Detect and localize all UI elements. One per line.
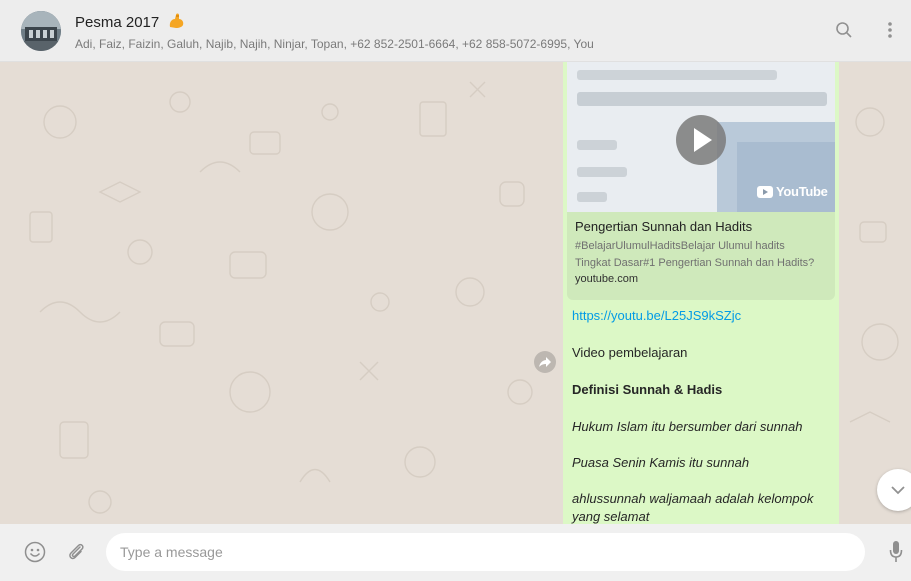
- play-icon: [757, 185, 773, 198]
- group-avatar[interactable]: [21, 11, 61, 51]
- forward-button[interactable]: [534, 351, 556, 373]
- link-description-2: Tingkat Dasar#1 Pengertian Sunnah dan Ha…: [575, 257, 815, 269]
- flexed-biceps-icon: [167, 11, 185, 33]
- group-members: Adi, Faiz, Faizin, Galuh, Najib, Najih, …: [75, 37, 594, 51]
- message-line: Puasa Senin Kamis itu sunnah: [572, 455, 750, 470]
- group-name[interactable]: Pesma 2017: [75, 11, 185, 33]
- message-line: yang selamat: [572, 509, 650, 524]
- link-domain: youtube.com: [575, 273, 638, 285]
- chat-area[interactable]: YouTube Pengertian Sunnah dan Hadits #Be…: [0, 62, 911, 524]
- youtube-badge: YouTube: [757, 184, 828, 199]
- message-line: ahlussunnah waljamaah adalah kelompok: [572, 491, 814, 506]
- menu-icon[interactable]: [886, 21, 894, 44]
- message-heading: Definisi Sunnah & Hadis: [572, 382, 723, 397]
- message-url[interactable]: https://youtu.be/L25JS9kSZjc: [572, 308, 741, 323]
- attach-icon[interactable]: [66, 541, 86, 568]
- emoji-icon[interactable]: [24, 541, 46, 568]
- message-input-placeholder: Type a message: [120, 544, 223, 560]
- group-name-text: Pesma 2017: [75, 14, 160, 31]
- link-title: Pengertian Sunnah dan Hadits: [575, 219, 753, 234]
- composer-bar: Type a message: [0, 524, 911, 581]
- message-line: Hukum Islam itu bersumber dari sunnah: [572, 419, 803, 434]
- message-input[interactable]: Type a message: [106, 533, 865, 571]
- forward-icon: [539, 357, 551, 367]
- link-description-1: #BelajarUlumulHaditsBelajar Ulumul hadit…: [575, 240, 785, 252]
- chevron-down-icon: [891, 486, 905, 495]
- video-thumbnail[interactable]: YouTube: [567, 62, 835, 212]
- link-preview[interactable]: Pengertian Sunnah dan Hadits #BelajarUlu…: [567, 212, 835, 300]
- search-icon[interactable]: [835, 21, 853, 44]
- chat-header: Pesma 2017 Adi, Faiz, Faizin, Galuh, Naj…: [0, 0, 911, 62]
- microphone-icon[interactable]: [889, 540, 903, 569]
- scroll-down-button[interactable]: [877, 469, 911, 511]
- message-bubble[interactable]: YouTube Pengertian Sunnah dan Hadits #Be…: [563, 62, 839, 524]
- message-line: Video pembelajaran: [572, 345, 688, 360]
